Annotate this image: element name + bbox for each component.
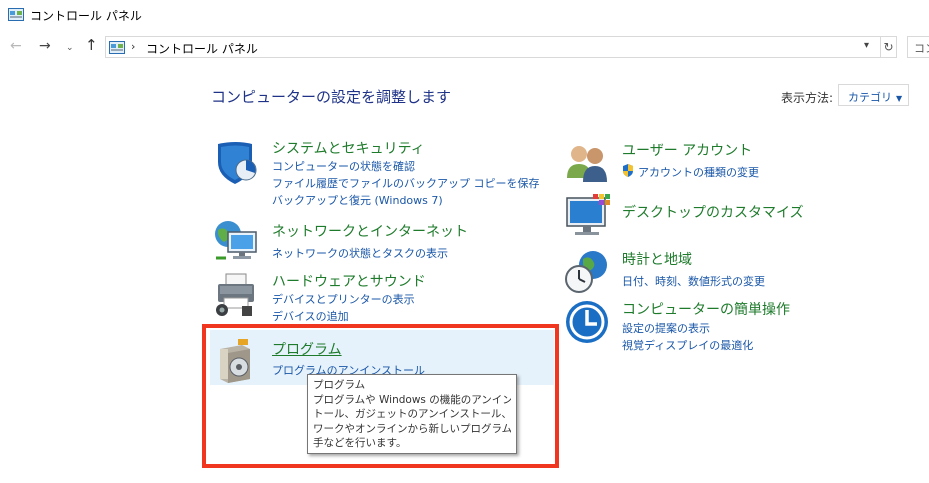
tooltip-line: プログラムや Windows の機能のアンインス [313, 393, 511, 406]
shield-icon [218, 142, 257, 184]
view-by-value: カテゴリ [848, 91, 892, 104]
link-check-status[interactable]: コンピューターの状態を確認 [272, 158, 415, 174]
view-by-label: 表示方法: [781, 91, 834, 105]
category-network-internet[interactable]: ネットワークとインターネット [272, 221, 468, 241]
category-desktop-customization[interactable]: デスクトップのカスタマイズ [622, 202, 804, 222]
dropdown-arrow-icon: ▼ [896, 94, 903, 103]
link-file-history[interactable]: ファイル履歴でファイルのバックアップ コピーを保存 [272, 175, 540, 191]
refresh-icon[interactable]: ↻ [881, 36, 897, 58]
link-devices-printers[interactable]: デバイスとプリンターの表示 [272, 291, 415, 307]
link-change-account-type[interactable]: アカウントの種類の変更 [638, 164, 759, 180]
network-globe-icon [215, 221, 257, 260]
monitor-palette-icon [566, 194, 610, 235]
category-ease-of-access[interactable]: コンピューターの簡単操作 [622, 299, 790, 319]
uac-shield-icon [623, 164, 633, 177]
up-button[interactable]: ↑ [85, 38, 98, 53]
clock-globe-icon [565, 251, 607, 293]
link-backup-restore[interactable]: バックアップと復元 (Windows 7) [272, 192, 443, 208]
breadcrumb-control-panel[interactable]: コントロール パネル [146, 40, 258, 57]
view-by-dropdown[interactable]: カテゴリ ▼ [838, 84, 909, 106]
search-input[interactable]: コン [907, 36, 929, 58]
link-optimize-visual-display[interactable]: 視覚ディスプレイの最適化 [622, 337, 753, 353]
category-system-security[interactable]: システムとセキュリティ [272, 138, 425, 158]
page-title: コンピューターの設定を調整します [211, 88, 452, 106]
tooltip-line: トール、ガジェットのアンインストール、ネット [313, 408, 511, 420]
breadcrumb-separator[interactable]: › [131, 40, 135, 53]
link-add-device[interactable]: デバイスの追加 [272, 308, 349, 324]
title-bar: コントロール パネル [0, 0, 929, 30]
control-panel-icon [8, 8, 24, 21]
tooltip-line: ワークやオンラインから新しいプログラムの入 [313, 422, 511, 435]
category-clock-region[interactable]: 時計と地域 [622, 249, 692, 269]
printer-speaker-icon [216, 273, 254, 316]
link-let-windows-suggest[interactable]: 設定の提案の表示 [622, 320, 710, 336]
tooltip-line: 手などを行います。 [313, 437, 407, 449]
control-panel-icon [109, 41, 125, 54]
programs-tooltip: プログラム プログラムや Windows の機能のアンインス トール、ガジェット… [307, 374, 517, 454]
tooltip-title: プログラム [313, 379, 366, 391]
users-icon [567, 146, 607, 182]
address-bar[interactable]: › コントロール パネル ▾ [105, 36, 881, 58]
recent-locations-button[interactable]: ⌄ [66, 41, 74, 55]
category-user-accounts[interactable]: ユーザー アカウント [622, 140, 752, 160]
link-network-status[interactable]: ネットワークの状態とタスクの表示 [272, 245, 448, 261]
forward-button[interactable]: → [39, 39, 51, 53]
back-button[interactable]: ← [10, 39, 22, 53]
link-change-date-time-format[interactable]: 日付、時刻、数値形式の変更 [622, 273, 765, 289]
ease-of-access-icon [566, 301, 608, 343]
chevron-down-icon[interactable]: ▾ [864, 40, 869, 51]
window-title: コントロール パネル [30, 9, 142, 23]
category-hardware-sound[interactable]: ハードウェアとサウンド [272, 271, 426, 291]
